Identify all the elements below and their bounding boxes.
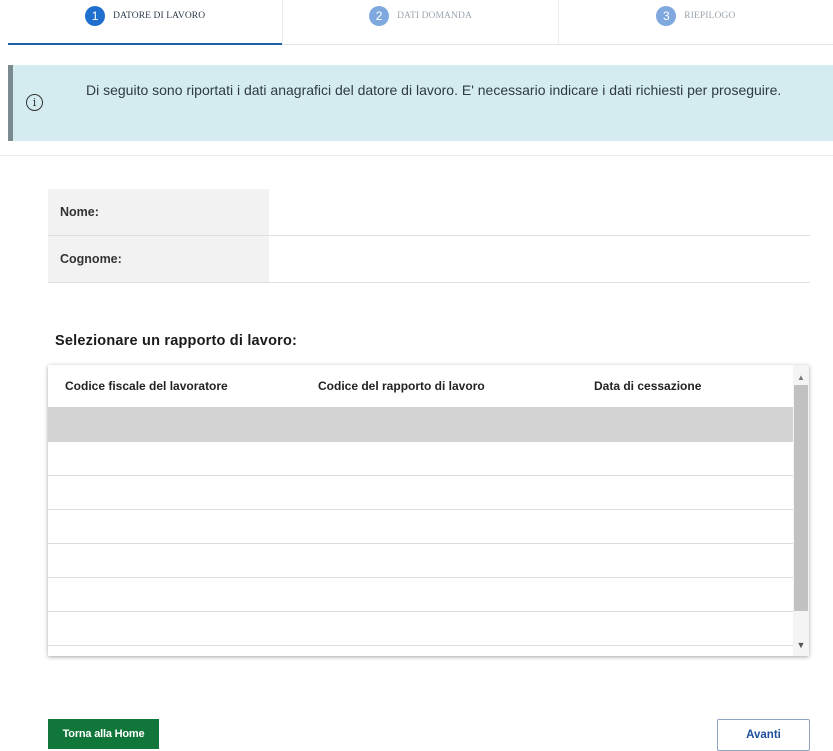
cognome-label: Cognome: <box>48 236 269 282</box>
select-relationship-title: Selezionare un rapporto di lavoro: <box>55 333 298 349</box>
step-datore-di-lavoro[interactable]: 1 DATORE DI LAVORO <box>8 0 283 45</box>
cognome-value <box>269 236 810 282</box>
nome-value <box>269 189 810 235</box>
step-number-3: 3 <box>656 6 677 26</box>
scroll-up-icon[interactable]: ▲ <box>793 371 809 385</box>
step-label-3: RIEPILOGO <box>684 11 736 21</box>
section-divider <box>0 155 833 156</box>
step-riepilogo[interactable]: 3 RIEPILOGO <box>557 0 833 45</box>
home-button[interactable]: Torna alla Home <box>48 719 159 749</box>
step-label-2: DATI DOMANDA <box>397 11 472 21</box>
scrollbar-thumb[interactable] <box>794 385 808 611</box>
work-relationship-grid: Codice fiscale del lavoratore Codice del… <box>48 365 809 656</box>
employer-row-nome: Nome: <box>48 189 810 236</box>
column-header-data-cessazione[interactable]: Data di cessazione <box>594 379 701 393</box>
employer-details: Nome: Cognome: <box>48 189 810 283</box>
info-alert: i Di seguito sono riportati i dati anagr… <box>8 65 833 141</box>
grid-body <box>48 407 793 646</box>
table-row[interactable] <box>48 442 793 476</box>
alert-text: Di seguito sono riportati i dati anagraf… <box>86 82 782 98</box>
grid-scrollbar[interactable]: ▲ ▼ <box>793 365 809 656</box>
next-button[interactable]: Avanti <box>717 719 810 751</box>
scroll-down-icon[interactable]: ▼ <box>793 638 809 652</box>
wizard-stepper: 1 DATORE DI LAVORO 2 DATI DOMANDA 3 RIEP… <box>8 0 833 45</box>
step-number-1: 1 <box>85 6 106 26</box>
table-row[interactable] <box>48 407 793 442</box>
column-header-codice-fiscale[interactable]: Codice fiscale del lavoratore <box>65 379 228 393</box>
column-header-codice-rapporto[interactable]: Codice del rapporto di lavoro <box>318 379 485 393</box>
table-row[interactable] <box>48 476 793 510</box>
table-row[interactable] <box>48 510 793 544</box>
nome-label: Nome: <box>48 189 269 235</box>
table-row[interactable] <box>48 612 793 646</box>
table-row[interactable] <box>48 544 793 578</box>
employer-row-cognome: Cognome: <box>48 236 810 283</box>
grid-header: Codice fiscale del lavoratore Codice del… <box>48 365 793 407</box>
table-row[interactable] <box>48 578 793 612</box>
step-number-2: 2 <box>369 6 390 26</box>
info-icon: i <box>26 94 43 111</box>
step-dati-domanda[interactable]: 2 DATI DOMANDA <box>282 0 558 45</box>
step-label-1: DATORE DI LAVORO <box>113 11 206 21</box>
